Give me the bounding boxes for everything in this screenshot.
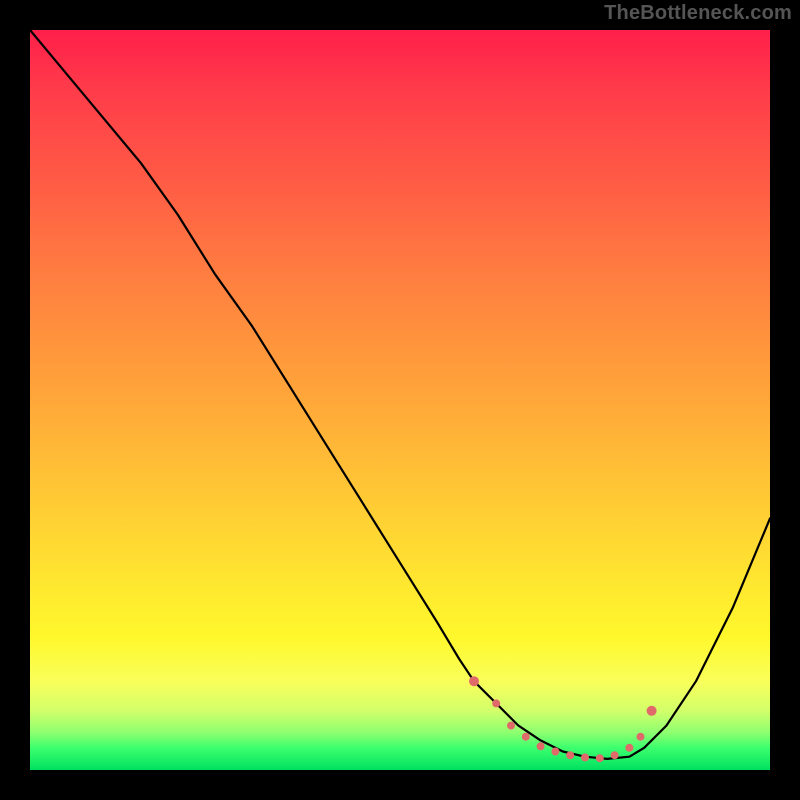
valley-marker xyxy=(469,676,479,686)
valley-marker xyxy=(551,748,559,756)
valley-marker xyxy=(625,744,633,752)
watermark-text: TheBottleneck.com xyxy=(604,2,792,25)
valley-marker xyxy=(537,742,545,750)
valley-marker xyxy=(637,733,645,741)
valley-marker xyxy=(647,706,657,716)
valley-marker xyxy=(566,751,574,759)
valley-markers xyxy=(469,676,657,762)
valley-marker xyxy=(522,733,530,741)
valley-marker xyxy=(507,722,515,730)
curve-svg xyxy=(30,30,770,770)
valley-marker xyxy=(581,753,589,761)
valley-marker xyxy=(611,751,619,759)
valley-marker xyxy=(596,754,604,762)
chart-frame: TheBottleneck.com xyxy=(0,0,800,800)
valley-marker xyxy=(492,699,500,707)
bottleneck-curve xyxy=(30,30,770,759)
plot-area xyxy=(30,30,770,770)
